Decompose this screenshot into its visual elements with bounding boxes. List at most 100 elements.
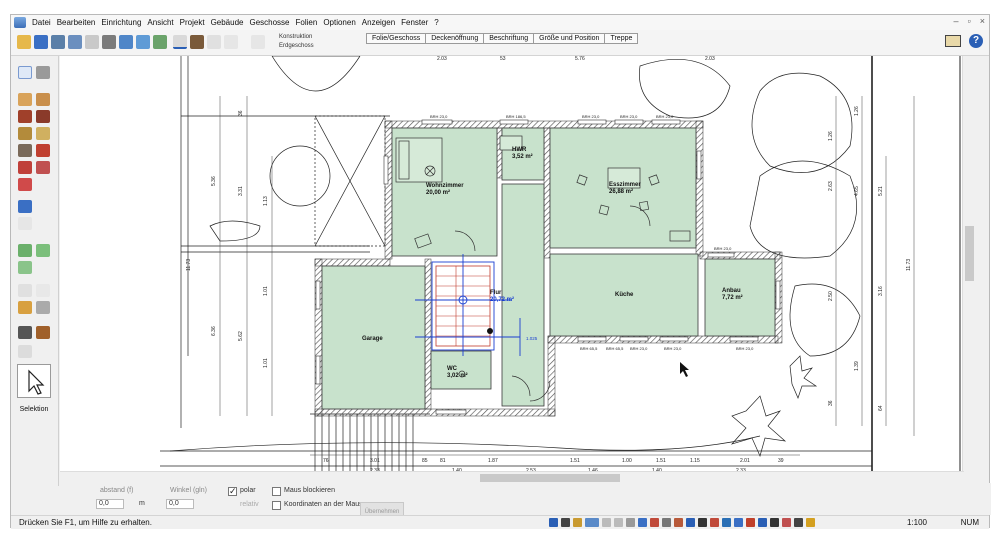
- tab-groesse-position[interactable]: Größe und Position: [533, 33, 606, 44]
- plan-icon[interactable]: [686, 518, 695, 527]
- stair-tool-icon[interactable]: [18, 127, 32, 140]
- menu-fenster[interactable]: Fenster: [398, 18, 431, 27]
- open-folder-icon[interactable]: [17, 35, 31, 49]
- menu-ansicht[interactable]: Ansicht: [144, 18, 176, 27]
- light-tool-icon[interactable]: [18, 217, 32, 230]
- menu-bearbeiten[interactable]: Bearbeiten: [54, 18, 99, 27]
- misc-tool-icon[interactable]: [18, 345, 32, 358]
- roof-tool-icon[interactable]: [36, 127, 50, 140]
- catch-icon[interactable]: [626, 518, 635, 527]
- tab-treppe[interactable]: Treppe: [604, 33, 639, 44]
- copy-icon[interactable]: [722, 518, 731, 527]
- pen-icon[interactable]: [573, 518, 582, 527]
- room-wc[interactable]: [430, 350, 492, 390]
- camera-icon[interactable]: [207, 35, 221, 49]
- tab-beschriftung[interactable]: Beschriftung: [483, 33, 535, 44]
- horizontal-scroll-thumb[interactable]: [480, 474, 620, 482]
- symbol-tool-icon[interactable]: [36, 326, 50, 339]
- presentation-icon[interactable]: [136, 35, 150, 49]
- move-tool-icon[interactable]: [36, 66, 50, 79]
- light-icon[interactable]: [806, 518, 815, 527]
- layer-construction[interactable]: Konstruktion: [279, 33, 349, 42]
- menu-projekt[interactable]: Projekt: [177, 18, 208, 27]
- terrain-tool-icon[interactable]: [18, 244, 32, 257]
- maus-blockieren-checkbox[interactable]: [272, 487, 281, 496]
- abstand-input[interactable]: 0,0: [96, 499, 124, 509]
- selection-tool-button[interactable]: [17, 364, 51, 398]
- niche-tool-icon[interactable]: [36, 161, 50, 174]
- print-icon[interactable]: [102, 35, 116, 49]
- pencil-tool-icon[interactable]: [18, 301, 32, 314]
- tab-deckenoeffnung[interactable]: Deckenöffnung: [425, 33, 485, 44]
- furniture-tool-icon[interactable]: [18, 200, 32, 213]
- menu-gebaeude[interactable]: Gebäude: [208, 18, 247, 27]
- layer-selector[interactable]: Konstruktion Erdgeschoss: [279, 33, 349, 53]
- menu-datei[interactable]: Datei: [29, 18, 54, 27]
- book-icon[interactable]: [945, 35, 961, 47]
- pointer-tool-icon[interactable]: [18, 66, 32, 79]
- room-flur[interactable]: [501, 183, 545, 407]
- tool-icon[interactable]: [251, 35, 265, 49]
- ceiling-tool-icon[interactable]: [18, 144, 32, 157]
- view-3d-icon[interactable]: [190, 35, 204, 49]
- layer-icon[interactable]: [585, 518, 599, 527]
- window-tool-icon[interactable]: [36, 110, 50, 123]
- polar-checkbox[interactable]: [228, 486, 237, 497]
- print-preview-icon[interactable]: [119, 35, 133, 49]
- angle-icon[interactable]: [614, 518, 623, 527]
- pin-icon[interactable]: [794, 518, 803, 527]
- door-tool-icon[interactable]: [18, 110, 32, 123]
- wall-tool-icon[interactable]: [18, 93, 32, 106]
- grid-icon[interactable]: [561, 518, 570, 527]
- furniture-snap-icon[interactable]: [674, 518, 683, 527]
- dimension-tool-icon[interactable]: [18, 284, 32, 297]
- frame-icon[interactable]: [758, 518, 767, 527]
- help-icon[interactable]: ?: [969, 34, 983, 48]
- minimize-icon[interactable]: –: [954, 16, 959, 26]
- undo-icon[interactable]: [68, 35, 82, 49]
- menu-folien[interactable]: Folien: [293, 18, 321, 27]
- drawing-canvas[interactable]: 1.025 Wohnzimmer 20,00 m² HWR 3,52 m² Es…: [60, 56, 964, 484]
- winkel-input[interactable]: 0,0: [166, 499, 194, 509]
- binoculars-icon[interactable]: [51, 35, 65, 49]
- wall-snap-icon[interactable]: [650, 518, 659, 527]
- redo-icon[interactable]: [85, 35, 99, 49]
- close-icon[interactable]: ×: [980, 16, 985, 26]
- restore-icon[interactable]: ▫: [968, 16, 971, 26]
- scale-display[interactable]: 1:100: [907, 516, 927, 529]
- view-icon[interactable]: [638, 518, 647, 527]
- image-icon[interactable]: [153, 35, 167, 49]
- save-icon[interactable]: [34, 35, 48, 49]
- tab-folie-geschoss[interactable]: Folie/Geschoss: [366, 33, 427, 44]
- snap-icon[interactable]: [549, 518, 558, 527]
- people-tool-icon[interactable]: [18, 326, 32, 339]
- menu-geschosse[interactable]: Geschosse: [246, 18, 292, 27]
- opening-tool-icon[interactable]: [18, 161, 32, 174]
- measure-icon[interactable]: [698, 518, 707, 527]
- floor-plan[interactable]: 1.025 Wohnzimmer 20,00 m² HWR 3,52 m² Es…: [60, 56, 964, 484]
- ortho-icon[interactable]: [602, 518, 611, 527]
- menu-help[interactable]: ?: [431, 18, 441, 27]
- text-tool-icon[interactable]: [36, 284, 50, 297]
- point-icon[interactable]: [662, 518, 671, 527]
- zoom-icon[interactable]: [734, 518, 743, 527]
- vertical-scrollbar[interactable]: [962, 56, 975, 484]
- vertical-scroll-thumb[interactable]: [965, 226, 974, 281]
- terrain-edit-icon[interactable]: [36, 244, 50, 257]
- slab-tool-icon[interactable]: [18, 178, 32, 191]
- lock-icon[interactable]: [746, 518, 755, 527]
- flag-icon[interactable]: [782, 518, 791, 527]
- menu-optionen[interactable]: Optionen: [320, 18, 358, 27]
- plan-2d-icon[interactable]: [173, 35, 187, 49]
- menu-anzeigen[interactable]: Anzeigen: [359, 18, 398, 27]
- layer-floor[interactable]: Erdgeschoss: [279, 42, 349, 51]
- house-icon[interactable]: [710, 518, 719, 527]
- menu-einrichtung[interactable]: Einrichtung: [98, 18, 144, 27]
- koordinaten-checkbox[interactable]: [272, 501, 281, 510]
- wall-layer-icon[interactable]: [36, 93, 50, 106]
- plant-tool-icon[interactable]: [18, 261, 32, 274]
- chimney-tool-icon[interactable]: [36, 144, 50, 157]
- line-tool-icon[interactable]: [36, 301, 50, 314]
- person-icon[interactable]: [770, 518, 779, 527]
- horizontal-scrollbar[interactable]: [60, 471, 964, 483]
